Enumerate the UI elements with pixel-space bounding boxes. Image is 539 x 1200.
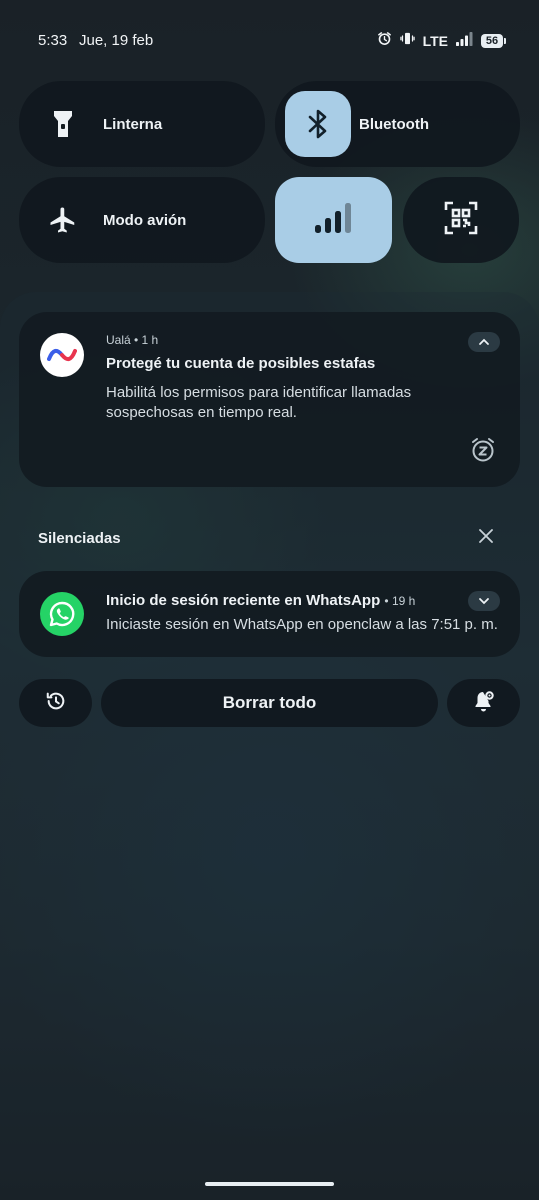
tile-flashlight[interactable]: Linterna xyxy=(19,81,265,167)
notification-settings-button[interactable] xyxy=(447,679,520,727)
clear-all-button[interactable]: Borrar todo xyxy=(101,679,438,727)
notification-body: Habilitá los permisos para identificar l… xyxy=(106,384,412,421)
notification-title: Inicio de sesión reciente en WhatsApp • … xyxy=(106,592,415,609)
status-bar: 5:33 Jue, 19 feb LTE 56 xyxy=(0,0,539,80)
notification-body: Iniciaste sesión en WhatsApp en openclaw… xyxy=(106,616,498,633)
airplane-icon xyxy=(35,205,91,235)
tile-label: Bluetooth xyxy=(359,115,429,133)
snooze-icon xyxy=(470,437,496,468)
history-icon xyxy=(45,690,67,717)
notification-whatsapp[interactable]: Inicio de sesión reciente en WhatsApp • … xyxy=(19,571,520,657)
chevron-down-icon xyxy=(478,592,490,610)
tile-airplane-mode[interactable]: Modo avión xyxy=(19,177,265,263)
notification-time: • 19 h xyxy=(384,594,416,608)
signal-icon xyxy=(456,31,473,51)
whatsapp-logo-icon xyxy=(40,592,84,636)
notification-history-button[interactable] xyxy=(19,679,92,727)
status-icons: LTE 56 xyxy=(377,31,506,51)
qr-scanner-icon xyxy=(444,201,478,240)
notification-settings-icon xyxy=(472,689,496,718)
dismiss-silenced-button[interactable] xyxy=(476,528,496,548)
uala-logo-icon xyxy=(40,333,84,377)
home-indicator[interactable] xyxy=(205,1182,334,1186)
tile-mobile-data[interactable] xyxy=(275,177,392,263)
tile-label: Modo avión xyxy=(103,211,187,229)
collapse-button[interactable] xyxy=(468,332,500,352)
tile-qr-scanner[interactable] xyxy=(403,177,519,263)
close-icon xyxy=(479,528,493,548)
battery-level: 56 xyxy=(485,35,499,47)
silenced-header: Silenciadas xyxy=(38,530,121,547)
bluetooth-icon xyxy=(285,91,351,157)
alarm-icon xyxy=(377,31,392,51)
notification-uala[interactable]: Ualá • 1 h Protegé tu cuenta de posibles… xyxy=(19,312,520,487)
notification-title: Protegé tu cuenta de posibles estafas xyxy=(106,355,376,372)
snooze-button[interactable] xyxy=(468,437,498,467)
tile-label: Linterna xyxy=(103,115,163,133)
notification-title-text: Inicio de sesión reciente en WhatsApp xyxy=(106,592,381,609)
status-time: 5:33 xyxy=(38,32,68,49)
network-type: LTE xyxy=(422,33,448,49)
chevron-up-icon xyxy=(478,333,490,351)
status-date: Jue, 19 feb xyxy=(79,32,154,49)
notification-app-name: Ualá • 1 h xyxy=(106,333,159,347)
flashlight-icon xyxy=(35,109,91,139)
tile-bluetooth[interactable]: Bluetooth xyxy=(275,81,520,167)
vibrate-icon xyxy=(399,31,415,51)
expand-button[interactable] xyxy=(468,591,500,611)
mobile-data-icon xyxy=(314,202,354,238)
battery-icon: 56 xyxy=(481,34,506,48)
